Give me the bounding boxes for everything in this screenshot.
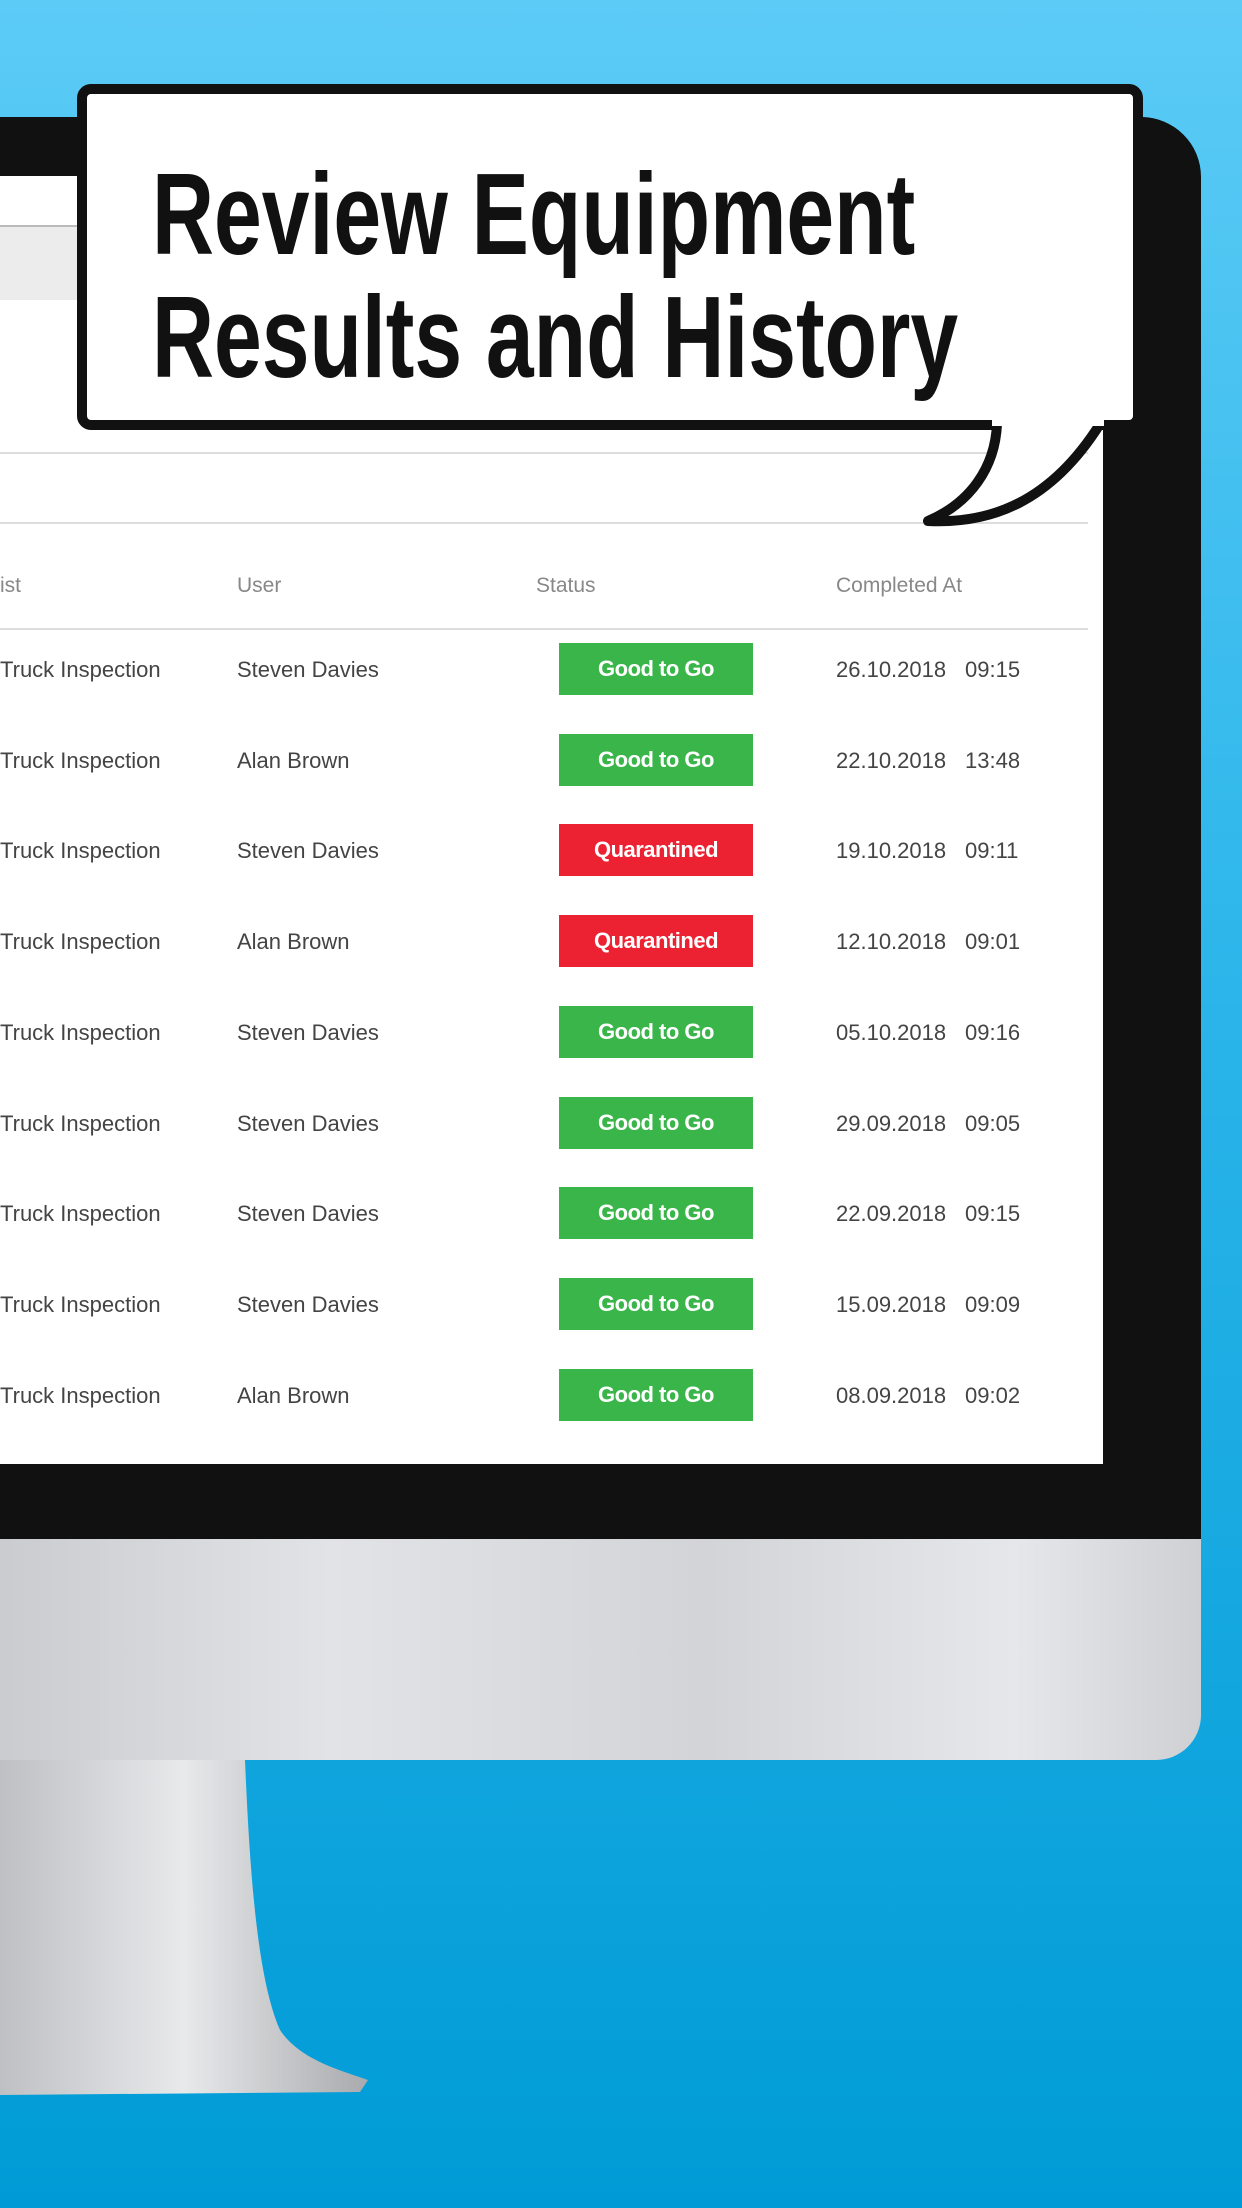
completed-time: 09:09 <box>965 1291 1021 1317</box>
table-row[interactable]: Truck Inspection Alan Brown Good to Go 0… <box>0 1350 1103 1440</box>
checklist-name: Truck Inspection <box>0 1201 161 1227</box>
table-row[interactable]: Truck Inspection Steven Davies Good to G… <box>0 624 1103 714</box>
headline-line-1: Review Equipment <box>152 149 916 279</box>
header-completed-at[interactable]: Completed At <box>836 574 962 598</box>
completed-date: 29.09.2018 <box>836 1110 947 1136</box>
speech-bubble: Review Equipment Results and History <box>77 84 1143 430</box>
completed-time: 09:02 <box>965 1382 1021 1408</box>
user-name: Steven Davies <box>237 1201 379 1227</box>
completed-time: 13:48 <box>965 747 1021 773</box>
completed-date: 22.09.2018 <box>836 1201 947 1227</box>
completed-date: 26.10.2018 <box>836 657 947 682</box>
checklist-name: Truck Inspection <box>0 1291 161 1317</box>
completed-time: 09:01 <box>965 929 1021 955</box>
completed-time: 09:16 <box>965 1019 1021 1045</box>
header-user[interactable]: User <box>237 574 281 598</box>
checklist-name: Truck Inspection <box>0 838 161 864</box>
completed-date: 19.10.2018 <box>836 838 947 864</box>
user-name: Alan Brown <box>237 1382 350 1408</box>
checklist-name: Truck Inspection <box>0 1110 161 1136</box>
completed-date: 12.10.2018 <box>836 929 947 955</box>
status-badge: Quarantined <box>559 915 753 968</box>
completed-time: 09:15 <box>965 1201 1021 1227</box>
checklist-name: Truck Inspection <box>0 929 161 955</box>
header-checklist[interactable]: ist <box>0 574 21 598</box>
table-row[interactable]: Truck Inspection Steven Davies Good to G… <box>0 1168 1103 1258</box>
table-row[interactable]: Truck Inspection Steven Davies Good to G… <box>0 987 1103 1077</box>
checklist-name: Truck Inspection <box>0 1382 161 1408</box>
speech-bubble-tail <box>923 418 1105 527</box>
header-status[interactable]: Status <box>536 574 596 598</box>
user-name: Steven Davies <box>237 657 379 682</box>
status-badge: Quarantined <box>559 824 753 877</box>
table-row[interactable]: Truck Inspection Steven Davies Good to G… <box>0 1078 1103 1168</box>
table-row[interactable]: Truck Inspection Alan Brown Good to Go 2… <box>0 715 1103 805</box>
headline-line-2: Results and History <box>152 272 959 402</box>
checklist-name: Truck Inspection <box>0 1019 161 1045</box>
monitor-stand <box>0 1760 368 2095</box>
status-badge: Good to Go <box>559 1096 753 1149</box>
user-name: Steven Davies <box>237 1291 379 1317</box>
completed-date: 15.09.2018 <box>836 1291 947 1317</box>
checklist-name: Truck Inspection <box>0 657 161 682</box>
completed-time: 09:05 <box>965 1110 1021 1136</box>
user-name: Steven Davies <box>237 838 379 864</box>
completed-date: 22.10.2018 <box>836 747 947 773</box>
checklist-name: Truck Inspection <box>0 747 161 773</box>
status-badge: Good to Go <box>559 1368 753 1421</box>
status-badge: Good to Go <box>559 1277 753 1330</box>
completed-time: 09:15 <box>965 657 1021 682</box>
completed-time: 09:11 <box>965 838 1019 864</box>
table-row[interactable]: Truck Inspection Alan Brown Quarantined … <box>0 896 1103 986</box>
user-name: Steven Davies <box>237 1019 379 1045</box>
completed-date: 05.10.2018 <box>836 1019 947 1045</box>
monitor-chin <box>0 1539 1201 1760</box>
table-row[interactable]: Truck Inspection Steven Davies Quarantin… <box>0 805 1103 895</box>
completed-date: 08.09.2018 <box>836 1382 947 1408</box>
status-badge: Good to Go <box>559 733 753 786</box>
user-name: Steven Davies <box>237 1110 379 1136</box>
status-badge: Good to Go <box>559 1187 753 1240</box>
user-name: Alan Brown <box>237 929 350 955</box>
table-row[interactable]: Truck Inspection Steven Davies Good to G… <box>0 1259 1103 1349</box>
status-badge: Good to Go <box>559 643 753 695</box>
status-badge: Good to Go <box>559 1005 753 1058</box>
user-name: Alan Brown <box>237 747 350 773</box>
